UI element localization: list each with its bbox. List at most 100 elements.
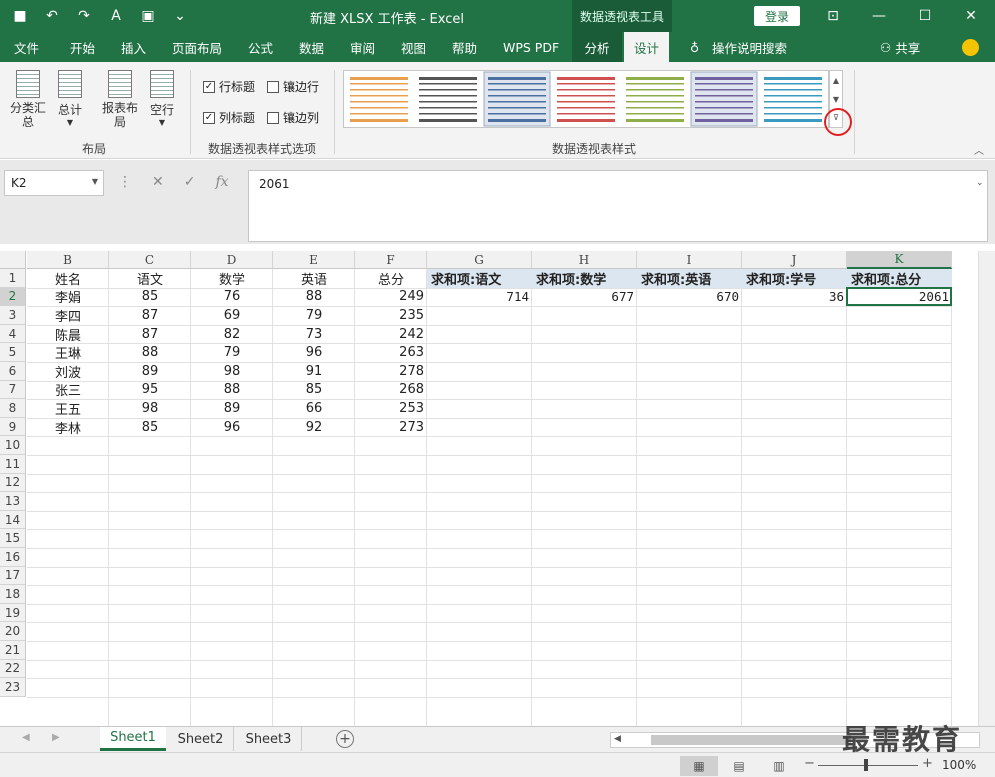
chevron-down-icon[interactable]: ▼ xyxy=(92,177,98,186)
row-header-11[interactable]: 11 xyxy=(0,455,26,474)
row-header-2[interactable]: 2 xyxy=(0,287,26,307)
tab-review[interactable]: 审阅 xyxy=(350,32,375,62)
table-cell[interactable]: 85 xyxy=(109,288,191,307)
cancel-icon[interactable]: ✕ xyxy=(152,174,164,190)
row-header-3[interactable]: 3 xyxy=(0,306,26,325)
table-cell[interactable]: 73 xyxy=(273,325,355,344)
row-headers-checkbox[interactable]: ✓ 行标题 xyxy=(203,78,255,95)
row-header-5[interactable]: 5 xyxy=(0,343,26,362)
formula-input[interactable]: 2061 xyxy=(248,170,988,242)
row-header-12[interactable]: 12 xyxy=(0,473,26,493)
row-header-7[interactable]: 7 xyxy=(0,380,26,400)
table-cell[interactable]: 76 xyxy=(191,288,273,307)
table-cell[interactable]: 253 xyxy=(355,399,427,418)
table-cell[interactable]: 李娟 xyxy=(27,288,109,306)
table-cell[interactable]: 91 xyxy=(273,362,355,381)
tab-insert[interactable]: 插入 xyxy=(121,32,146,62)
zoom-slider-track[interactable] xyxy=(818,765,918,766)
close-icon[interactable]: ✕ xyxy=(948,0,994,32)
save-icon[interactable]: ■ xyxy=(10,6,30,26)
pivot-header-cell[interactable]: 求和项:学号 xyxy=(742,269,847,288)
login-button[interactable]: 登录 xyxy=(754,6,800,26)
tab-formulas[interactable]: 公式 xyxy=(248,32,273,62)
zoom-level[interactable]: 100% xyxy=(942,758,976,772)
row-header-23[interactable]: 23 xyxy=(0,678,26,697)
pivot-style-thumbnail[interactable] xyxy=(350,77,408,122)
normal-view-icon[interactable]: ▦ xyxy=(680,756,718,776)
tab-help[interactable]: 帮助 xyxy=(452,32,477,62)
sheet-tab-sheet3[interactable]: Sheet3 xyxy=(236,727,302,751)
undo-icon[interactable]: ↶ xyxy=(42,6,62,26)
pivot-style-thumbnail[interactable] xyxy=(557,77,615,122)
table-header-cell[interactable]: 数学 xyxy=(191,269,273,288)
spreadsheet-grid[interactable]: B C D E F G H I J K 1 2 3 4 5 6 7 8 9 10 11 12 13 14 15 16 17 18 19 2… xyxy=(0,251,995,726)
column-header-c[interactable]: C xyxy=(109,251,191,269)
row-header-13[interactable]: 13 xyxy=(0,492,26,511)
table-cell[interactable]: 278 xyxy=(355,362,427,381)
table-cell[interactable]: 87 xyxy=(109,325,191,344)
pivot-value-cell[interactable]: 670 xyxy=(637,288,742,307)
table-cell[interactable]: 刘波 xyxy=(27,362,109,381)
vertical-scrollbar[interactable] xyxy=(978,251,995,726)
subtotals-button[interactable]: 分类汇 总 xyxy=(6,70,50,129)
table-cell[interactable]: 96 xyxy=(273,343,355,362)
collapse-ribbon-icon[interactable]: ︿ xyxy=(974,142,984,157)
redo-icon[interactable]: ↷ xyxy=(74,6,94,26)
pivot-header-cell[interactable]: 求和项:总分 xyxy=(847,269,952,288)
table-cell[interactable]: 79 xyxy=(273,306,355,325)
row-header-15[interactable]: 15 xyxy=(0,529,26,548)
row-header-6[interactable]: 6 xyxy=(0,362,26,381)
maximize-icon[interactable]: ☐ xyxy=(902,0,948,32)
row-header-19[interactable]: 19 xyxy=(0,603,26,623)
table-cell[interactable]: 98 xyxy=(191,362,273,381)
pivot-style-thumbnail[interactable] xyxy=(483,71,551,127)
enter-icon[interactable]: ✓ xyxy=(184,174,196,190)
column-header-j[interactable]: J xyxy=(742,251,847,269)
table-cell[interactable]: 273 xyxy=(355,418,427,437)
row-header-1[interactable]: 1 xyxy=(0,269,26,288)
table-cell[interactable]: 陈晨 xyxy=(27,325,109,344)
insert-function-icon[interactable]: fx xyxy=(215,174,228,190)
banded-columns-checkbox[interactable]: 镶边列 xyxy=(267,109,319,126)
tab-design[interactable]: 设计 xyxy=(624,32,670,62)
tab-view[interactable]: 视图 xyxy=(401,32,426,62)
row-header-10[interactable]: 10 xyxy=(0,436,26,455)
pivot-style-thumbnail[interactable] xyxy=(626,77,684,122)
pivot-value-cell[interactable]: 714 xyxy=(427,288,532,307)
tab-page-layout[interactable]: 页面布局 xyxy=(172,32,222,62)
scroll-down-icon[interactable]: ▼ xyxy=(830,90,842,109)
column-header-d[interactable]: D xyxy=(191,251,273,269)
table-cell[interactable]: 张三 xyxy=(27,381,109,399)
report-layout-button[interactable]: 报表布 局 xyxy=(98,70,142,129)
table-cell[interactable]: 268 xyxy=(355,381,427,400)
table-cell[interactable]: 王五 xyxy=(27,399,109,418)
expand-formula-icon[interactable]: ⌄ xyxy=(976,178,984,188)
table-cell[interactable]: 235 xyxy=(355,306,427,325)
pivot-style-thumbnail[interactable] xyxy=(764,77,822,122)
tab-file[interactable]: 文件 xyxy=(14,32,39,62)
tab-analyze[interactable]: 分析 xyxy=(572,32,622,62)
grand-totals-button[interactable]: 总计 ▼ xyxy=(50,70,90,127)
zoom-in-icon[interactable]: + xyxy=(922,756,933,771)
table-cell[interactable]: 66 xyxy=(273,399,355,418)
banded-rows-checkbox[interactable]: 镶边行 xyxy=(267,78,319,95)
blank-rows-button[interactable]: 空行 ▼ xyxy=(144,70,180,127)
table-cell[interactable]: 85 xyxy=(273,381,355,400)
row-header-16[interactable]: 16 xyxy=(0,548,26,567)
pivot-value-cell[interactable]: 677 xyxy=(532,288,637,307)
table-header-cell[interactable]: 姓名 xyxy=(27,269,109,288)
table-cell[interactable]: 王琳 xyxy=(27,343,109,362)
share-button[interactable]: ⚇ 共享 xyxy=(880,32,920,62)
table-cell[interactable]: 88 xyxy=(191,381,273,400)
prev-sheet-icon[interactable]: ◀ xyxy=(22,732,30,743)
scroll-thumb[interactable] xyxy=(651,735,851,745)
row-header-4[interactable]: 4 xyxy=(0,324,26,344)
scroll-up-icon[interactable]: ▲ xyxy=(830,71,842,90)
column-header-k[interactable]: K xyxy=(847,251,952,269)
row-header-20[interactable]: 20 xyxy=(0,622,26,641)
format-painter-icon[interactable]: A xyxy=(106,6,126,26)
add-sheet-icon[interactable]: + xyxy=(336,730,354,748)
pivot-header-cell[interactable]: 求和项:英语 xyxy=(637,269,742,288)
page-break-view-icon[interactable]: ▥ xyxy=(760,756,798,776)
pivot-style-thumbnails[interactable] xyxy=(344,71,828,127)
